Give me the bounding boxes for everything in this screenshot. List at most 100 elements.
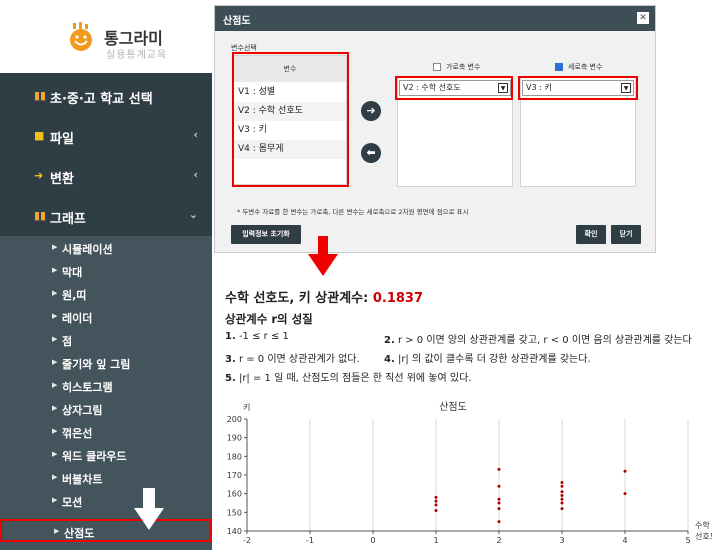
submenu-stem-leaf[interactable]: ▶ 줄기와 잎 그림 <box>0 352 212 375</box>
menu-label: 그래프 <box>50 212 86 227</box>
submenu-label: 워드 클라우드 <box>62 450 127 463</box>
properties-title: 상관계수 r의 성질 <box>225 312 313 326</box>
data-point <box>497 467 501 471</box>
submenu-bubble[interactable]: ▶ 버블차트 <box>0 467 212 490</box>
triangle-right-icon: ▶ <box>52 266 58 274</box>
submenu-label: 점 <box>62 335 73 348</box>
submenu-bar[interactable]: ▶ 막대 <box>0 260 212 283</box>
x-axis-label: 가로축 변수 <box>446 63 481 71</box>
property-text: -1 ≤ r ≤ 1 <box>238 331 289 342</box>
data-point <box>560 501 564 505</box>
y-axis-label: 세로축 변수 <box>568 63 603 71</box>
x-axis-checkbox[interactable] <box>433 63 441 71</box>
graph-icon: ▮▮ <box>34 209 47 222</box>
property-number: 2. <box>384 335 395 346</box>
y-axis-checkbox[interactable] <box>555 63 563 71</box>
submenu-simulation[interactable]: ▶ 시뮬레이션 <box>0 237 212 260</box>
triangle-right-icon: ▶ <box>54 527 60 535</box>
correlation-title: 수학 선호도, 키 상관계수: 0.1837 <box>225 287 423 306</box>
logo-subtitle: 실용통계교육 <box>106 50 168 61</box>
data-point <box>497 484 501 488</box>
data-point <box>434 499 438 503</box>
data-point <box>434 508 438 512</box>
submenu-label: 모션 <box>62 496 83 509</box>
x-tick-label: 1 <box>433 536 438 545</box>
x-tick-label: 4 <box>622 536 627 545</box>
menu-file[interactable]: ■ 파일 ‹ <box>0 116 212 156</box>
y-tick-label: 200 <box>227 415 242 424</box>
menu-label: 변환 <box>50 172 74 187</box>
submenu-label: 시뮬레이션 <box>62 243 113 256</box>
property-text: |r| = 1 일 때, 산점도의 점들은 한 직선 위에 놓여 있다. <box>238 373 472 384</box>
submenu-label: 줄기와 잎 그림 <box>62 358 131 371</box>
property-text: r = 0 이면 상관관계가 없다. <box>238 354 360 365</box>
close-button[interactable]: 닫기 <box>611 225 641 244</box>
dialog-title: 산점도 <box>223 16 251 27</box>
submenu-label: 산점도 <box>64 527 95 540</box>
chart-title: 산점도 <box>439 401 467 413</box>
menu-transform[interactable]: ➜ 변환 ‹ <box>0 156 212 196</box>
property-number: 5. <box>225 373 236 384</box>
graph-submenu: ▶ 시뮬레이션 ▶ 막대 ▶ 원,띠 ▶ 레이더 ▶ 점 ▶ 줄기와 잎 그림 ▶ 히스토그램… <box>0 236 212 550</box>
submenu-line[interactable]: ▶ 꺾은선 <box>0 421 212 444</box>
data-point <box>434 503 438 507</box>
submenu-pie-band[interactable]: ▶ 원,띠 <box>0 283 212 306</box>
menu-school-select[interactable]: ▮▮ 초·중·고 학교 선택 <box>0 76 212 116</box>
y-tick-label: 170 <box>227 471 242 480</box>
submenu-boxplot[interactable]: ▶ 상자그림 <box>0 398 212 421</box>
data-point <box>560 480 564 484</box>
x-tick-label: 2 <box>496 536 501 545</box>
menu-graph[interactable]: ▮▮ 그래프 ⌄ <box>0 196 212 236</box>
submenu-label: 막대 <box>62 266 83 279</box>
triangle-right-icon: ▶ <box>52 427 58 435</box>
data-point <box>497 507 501 511</box>
submenu-scatter[interactable]: ▶ 산점도 <box>0 519 212 542</box>
y-tick-label: 140 <box>227 527 242 536</box>
close-icon[interactable]: ✕ <box>637 12 649 24</box>
submenu-dot[interactable]: ▶ 점 <box>0 329 212 352</box>
submenu-label: 상자그림 <box>62 404 103 417</box>
scatter-dialog: 산점도 ✕ 변수선택 변수 V1 : 성별 V2 : 수학 선호도 V3 : 키… <box>214 5 656 253</box>
property-text: r > 0 이면 양의 상관관계를 갖고, r < 0 이면 음의 상관관계를 … <box>397 335 692 346</box>
triangle-right-icon: ▶ <box>52 450 58 458</box>
correlation-label: 수학 선호도, 키 상관계수: <box>225 291 369 306</box>
x-tick-label: -2 <box>243 536 251 545</box>
x-tick-label: 0 <box>370 536 375 545</box>
data-point <box>434 495 438 499</box>
submenu-radar[interactable]: ▶ 레이더 <box>0 306 212 329</box>
bar-chart-icon: ▮▮ <box>34 89 47 102</box>
y-tick-label: 150 <box>227 508 242 517</box>
data-point <box>560 484 564 488</box>
x-tick-label: -1 <box>306 536 314 545</box>
data-point <box>497 520 501 524</box>
submenu-histogram[interactable]: ▶ 히스토그램 <box>0 375 212 398</box>
data-point <box>560 507 564 511</box>
y-axis-highlight <box>518 76 638 100</box>
submenu-label: 레이더 <box>62 312 93 325</box>
move-left-button[interactable]: ⬅ <box>361 143 381 163</box>
submenu-motion[interactable]: ▶ 모션 <box>0 490 212 513</box>
data-point <box>560 490 564 494</box>
logo-area[interactable]: 통그라미 실용통계교육 <box>0 0 212 73</box>
triangle-right-icon: ▶ <box>52 404 58 412</box>
chevron-left-icon: ‹ <box>193 168 198 181</box>
y-tick-label: 160 <box>227 490 242 499</box>
property-item: 4. |r| 의 값이 클수록 더 강한 상관관계를 갖는다. <box>384 350 591 365</box>
ok-button[interactable]: 확인 <box>576 225 606 244</box>
variable-list-highlight <box>232 52 349 187</box>
data-point <box>560 497 564 501</box>
move-right-button[interactable]: ➔ <box>361 101 381 121</box>
property-item: 3. r = 0 이면 상관관계가 없다. <box>225 350 360 365</box>
menu-label: 초·중·고 학교 선택 <box>50 92 153 107</box>
down-arrow-icon <box>308 236 338 276</box>
triangle-right-icon: ▶ <box>52 358 58 366</box>
data-point <box>497 497 501 501</box>
correlation-value: 0.1837 <box>372 291 424 306</box>
triangle-right-icon: ▶ <box>52 243 58 251</box>
data-point <box>623 469 627 473</box>
arrow-right-icon: ➜ <box>34 169 44 182</box>
reset-button[interactable]: 입력정보 초기화 <box>231 225 301 244</box>
chevron-down-icon: ⌄ <box>188 208 198 221</box>
submenu-word-cloud[interactable]: ▶ 워드 클라우드 <box>0 444 212 467</box>
data-point <box>623 492 627 496</box>
